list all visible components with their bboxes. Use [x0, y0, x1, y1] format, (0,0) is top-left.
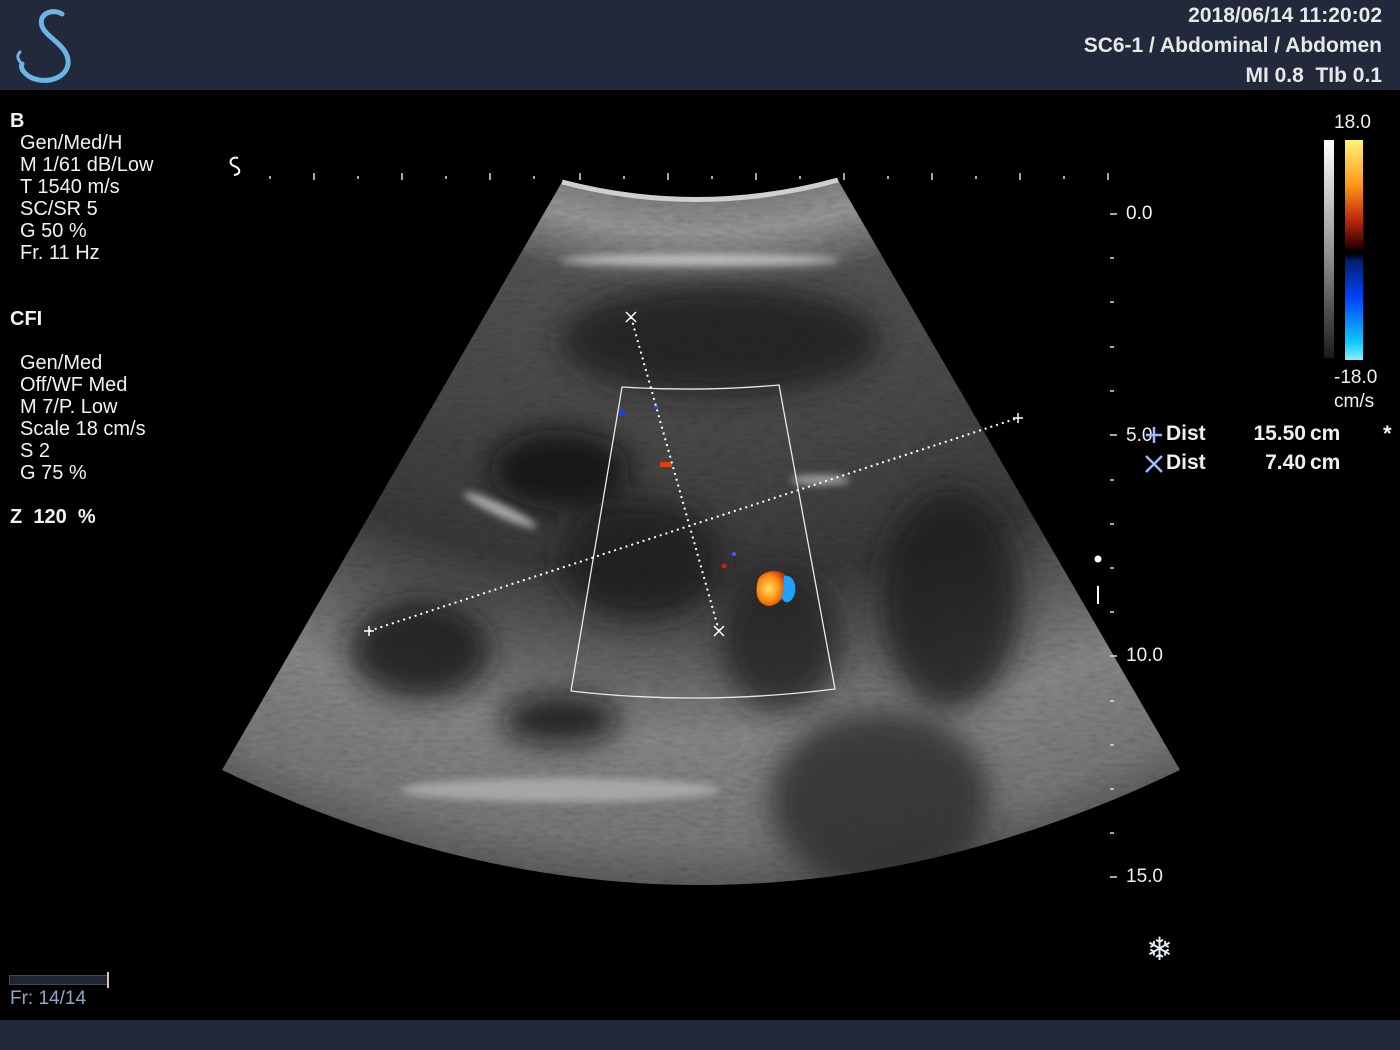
cine-progress-fill [10, 976, 108, 984]
grayscale-bar [1324, 140, 1334, 358]
focus-marker [1094, 555, 1102, 563]
measurement-label: Dist [1166, 422, 1206, 445]
cfi-param: M 7/P. Low [20, 396, 118, 418]
cfi-param: S 2 [20, 440, 51, 462]
active-marker: * [1383, 421, 1392, 446]
cfi-param: Scale 18 cm/s [20, 418, 146, 440]
zoom-level: Z 120 % [10, 506, 96, 528]
parameter-panel: B Gen/Med/H M 1/61 dB/Low T 1540 m/s SC/… [10, 110, 153, 528]
b-mode-title: B [10, 110, 25, 132]
measurement-value: 7.40 [1265, 451, 1306, 474]
colorbar-unit: cm/s [1334, 391, 1375, 412]
b-param: SC/SR 5 [20, 198, 98, 220]
colorbar-min: -18.0 [1334, 367, 1378, 388]
cine-progress-bar[interactable] [9, 975, 109, 985]
cfi-param: G 75 % [20, 462, 87, 484]
cine-position-marker[interactable] [107, 972, 109, 988]
bottom-bar [0, 1020, 1400, 1050]
cfi-param: Off/WF Med [20, 374, 128, 396]
snowflake-icon[interactable]: ❄ [1146, 930, 1173, 968]
ultrasound-image[interactable] [0, 0, 1400, 1050]
cfi-param: Gen/Med [20, 352, 103, 374]
measurement-unit: cm [1310, 422, 1341, 445]
b-param: G 50 % [20, 220, 87, 242]
lateral-scale [269, 173, 1109, 180]
depth-label: 10.0 [1126, 645, 1163, 666]
measurement-unit: cm [1310, 451, 1341, 474]
b-param: T 1540 m/s [20, 176, 120, 198]
measurement-value: 15.50 [1253, 422, 1306, 445]
depth-label: 0.0 [1126, 203, 1153, 224]
measurement-label: Dist [1166, 451, 1206, 474]
cfi-title: CFI [10, 308, 43, 330]
b-param: M 1/61 dB/Low [20, 154, 154, 176]
plus-icon [1146, 427, 1162, 443]
cross-icon [1145, 455, 1163, 473]
depth-label: 15.0 [1126, 866, 1163, 887]
velocity-colorbar [1345, 140, 1363, 360]
b-param: Gen/Med/H [20, 132, 123, 154]
b-param: Fr. 11 Hz [20, 242, 100, 264]
colorbar-max: 18.0 [1334, 112, 1371, 133]
frame-counter: Fr: 14/14 [10, 988, 87, 1009]
